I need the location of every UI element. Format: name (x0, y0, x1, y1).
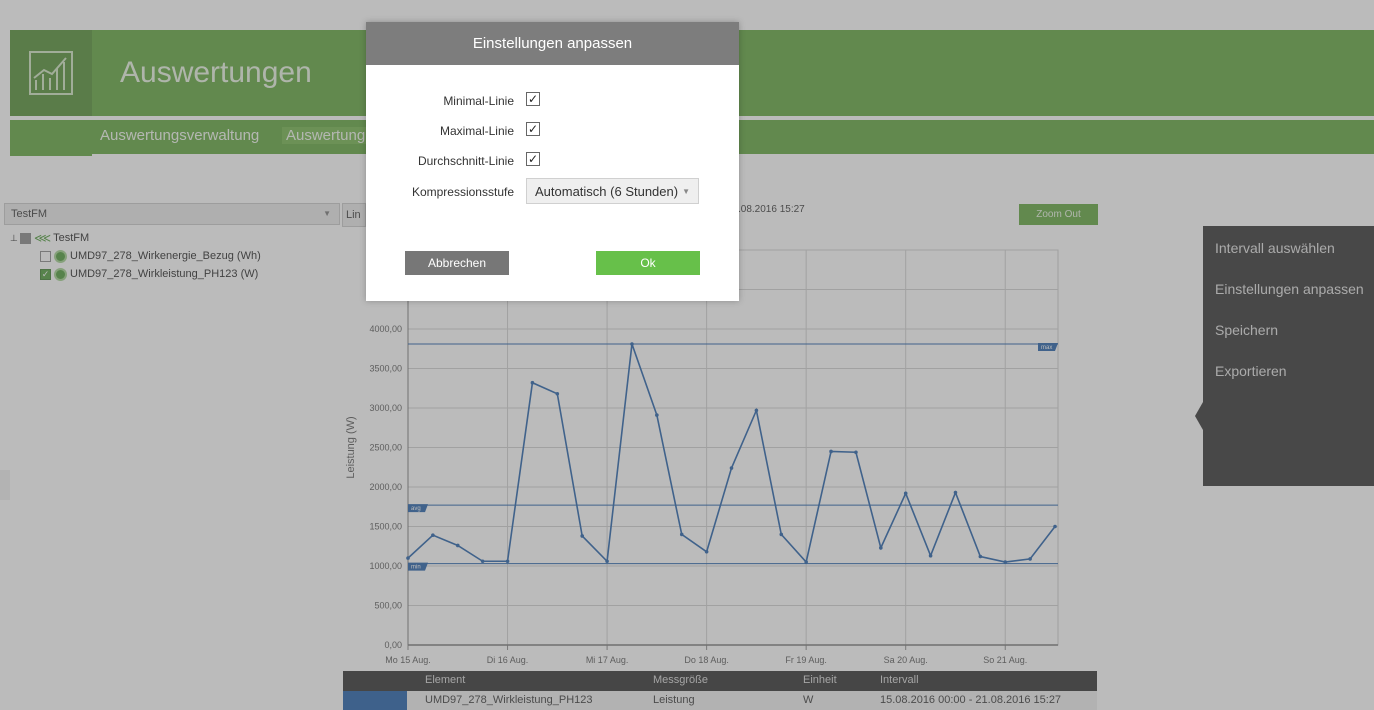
settings-dialog: Einstellungen anpassen Minimal-Linie ✓ M… (366, 22, 739, 301)
cancel-button[interactable]: Abbrechen (405, 251, 509, 275)
option-label: Durchschnitt-Linie (417, 154, 514, 168)
option-compression: Kompressionsstufe Automatisch (6 Stunden… (366, 178, 739, 204)
ok-button[interactable]: Ok (596, 251, 700, 275)
compression-label: Kompressionsstufe (411, 185, 514, 199)
option-max-line: Maximal-Linie ✓ (366, 122, 739, 140)
option-label: Minimal-Linie (443, 94, 514, 108)
compression-select[interactable]: Automatisch (6 Stunden) ▼ (526, 178, 699, 204)
min-line-checkbox[interactable]: ✓ (526, 92, 540, 106)
option-label: Maximal-Linie (439, 124, 514, 138)
avg-line-checkbox[interactable]: ✓ (526, 152, 540, 166)
chevron-down-icon: ▼ (682, 187, 690, 196)
option-min-line: Minimal-Linie ✓ (366, 92, 739, 110)
option-avg-line: Durchschnitt-Linie ✓ (366, 152, 739, 170)
compression-select-value: Automatisch (6 Stunden) (535, 184, 679, 199)
max-line-checkbox[interactable]: ✓ (526, 122, 540, 136)
dialog-title: Einstellungen anpassen (366, 22, 739, 65)
